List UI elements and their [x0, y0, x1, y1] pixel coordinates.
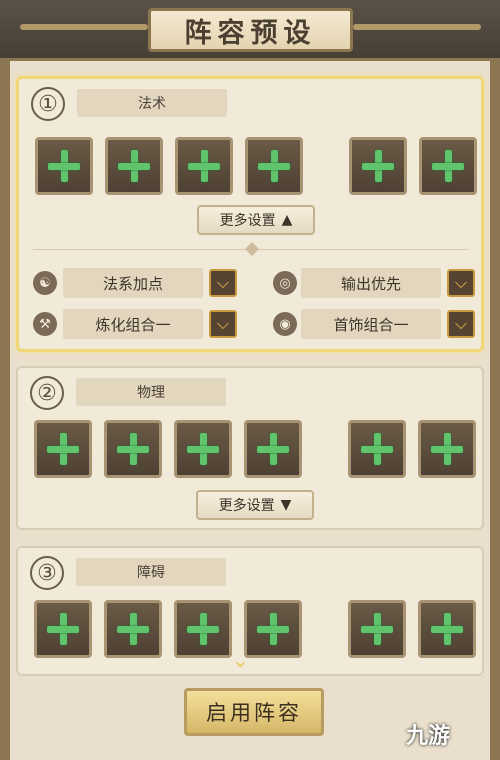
decor-rod-left	[20, 24, 148, 30]
add-slot-6[interactable]	[418, 600, 476, 658]
expand-arrow-icon: ▼	[280, 497, 292, 513]
add-slot-1[interactable]	[34, 420, 92, 478]
jewelry-combo-select[interactable]: 首饰组合一	[301, 309, 441, 339]
chevron-down-icon[interactable]: ⌵	[447, 269, 475, 297]
more-settings-label: 更多设置	[218, 498, 275, 514]
add-slot-3[interactable]	[174, 420, 232, 478]
add-slot-3[interactable]	[174, 600, 232, 658]
preset-name-field[interactable]: 障碍	[76, 558, 226, 586]
hammer-icon: ⚒	[33, 312, 57, 336]
collapse-arrow-icon: ▲	[281, 212, 293, 228]
decor-rod-right	[353, 24, 481, 30]
preset-name-field[interactable]: 法术	[77, 89, 227, 117]
strategy-select[interactable]: 输出优先	[301, 268, 441, 298]
add-slot-5[interactable]	[349, 137, 407, 195]
preset-number: ②	[30, 376, 64, 410]
more-settings-button[interactable]: 更多设置 ▲	[197, 205, 315, 235]
add-slot-2[interactable]	[105, 137, 163, 195]
add-slot-4[interactable]	[244, 420, 302, 478]
add-slot-2[interactable]	[104, 420, 162, 478]
add-slot-2[interactable]	[104, 600, 162, 658]
add-slot-5[interactable]	[348, 420, 406, 478]
attribute-points-select[interactable]: 法系加点	[63, 268, 203, 298]
scroll-down-indicator-icon[interactable]: ⌄	[232, 648, 249, 672]
page-title: 阵容预设	[148, 8, 353, 52]
preset-number: ①	[31, 87, 65, 121]
add-slot-4[interactable]	[244, 600, 302, 658]
refine-combo-select[interactable]: 炼化组合一	[63, 309, 203, 339]
ring-icon: ◉	[273, 312, 297, 336]
meditate-icon: ☯	[33, 271, 57, 295]
add-slot-1[interactable]	[34, 600, 92, 658]
diamond-ornament-icon	[244, 241, 260, 257]
add-slot-3[interactable]	[175, 137, 233, 195]
add-slot-6[interactable]	[419, 137, 477, 195]
preset-number: ③	[30, 556, 64, 590]
preset-card-1[interactable]: ① 法术 更多设置 ▲ ☯ 法系加点 ⌵ ◎ 输出优先 ⌵ ⚒ 炼化组合一 ⌵ …	[16, 76, 484, 352]
swirl-icon: ◎	[273, 271, 297, 295]
more-settings-button[interactable]: 更多设置 ▼	[196, 490, 314, 520]
apply-lineup-button[interactable]: 启用阵容	[184, 688, 324, 736]
add-slot-1[interactable]	[35, 137, 93, 195]
preset-card-3[interactable]: ③ 障碍	[16, 546, 484, 676]
add-slot-5[interactable]	[348, 600, 406, 658]
watermark-logo: 九游	[406, 724, 451, 749]
chevron-down-icon[interactable]: ⌵	[447, 310, 475, 338]
add-slot-6[interactable]	[418, 420, 476, 478]
chevron-down-icon[interactable]: ⌵	[209, 269, 237, 297]
chevron-down-icon[interactable]: ⌵	[209, 310, 237, 338]
title-bar: 阵容预设	[0, 0, 500, 61]
preset-card-2[interactable]: ② 物理 更多设置 ▼	[16, 366, 484, 530]
add-slot-4[interactable]	[245, 137, 303, 195]
preset-name-field[interactable]: 物理	[76, 378, 226, 406]
more-settings-label: 更多设置	[219, 213, 276, 229]
